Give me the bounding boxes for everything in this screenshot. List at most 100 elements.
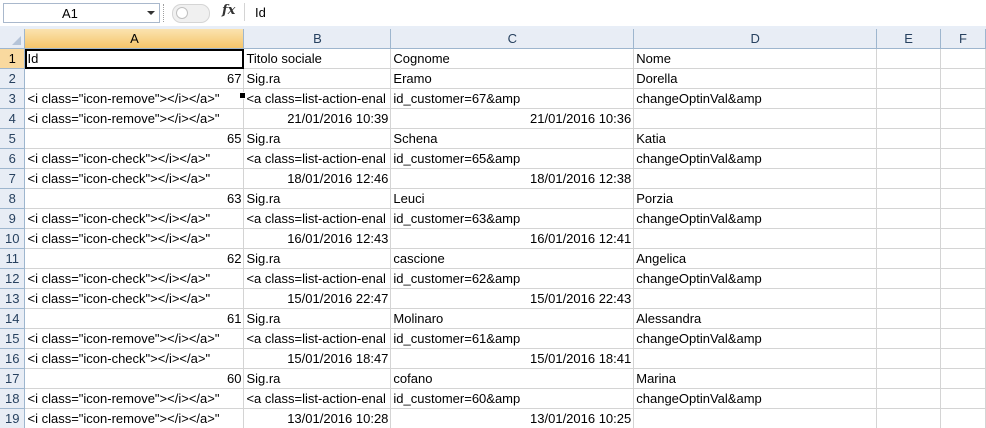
cell-d[interactable]: Marina bbox=[633, 368, 878, 389]
column-header-a[interactable]: A bbox=[24, 29, 245, 49]
cell-b[interactable]: <a class=list-action-enal bbox=[243, 388, 392, 409]
cell-d[interactable]: Porzia bbox=[633, 188, 878, 209]
cell-c[interactable]: 15/01/2016 22:43 bbox=[390, 288, 635, 309]
chevron-down-icon[interactable] bbox=[147, 11, 155, 15]
cell-b[interactable]: <a class=list-action-enal bbox=[243, 208, 392, 229]
cell-b[interactable]: <a class=list-action-enal bbox=[243, 268, 392, 289]
cell-b[interactable]: 15/01/2016 22:47 bbox=[243, 288, 392, 309]
cell-d[interactable] bbox=[633, 408, 878, 428]
cell-e[interactable] bbox=[876, 368, 941, 389]
cell-a[interactable]: <i class="icon-check"></i></a>" bbox=[24, 228, 245, 249]
cell-b[interactable]: <a class=list-action-enal bbox=[243, 88, 392, 109]
cell-e[interactable] bbox=[876, 188, 941, 209]
cell-c[interactable]: id_customer=67&amp bbox=[390, 88, 635, 109]
cell-f[interactable] bbox=[940, 128, 986, 149]
cell-a[interactable]: 61 bbox=[24, 308, 245, 329]
cell-e[interactable] bbox=[876, 248, 941, 269]
cell-e[interactable] bbox=[876, 308, 941, 329]
cell-e[interactable] bbox=[876, 68, 941, 89]
cell-d[interactable] bbox=[633, 168, 878, 189]
cell-e[interactable] bbox=[876, 388, 941, 409]
cell-d[interactable]: changeOptinVal&amp bbox=[633, 388, 878, 409]
cell-d[interactable] bbox=[633, 228, 878, 249]
cell-f[interactable] bbox=[940, 188, 986, 209]
cell-f[interactable] bbox=[940, 408, 986, 428]
cell-e[interactable] bbox=[876, 108, 941, 129]
cell-b[interactable]: <a class=list-action-enal bbox=[243, 148, 392, 169]
column-header-c[interactable]: C bbox=[390, 29, 635, 49]
cell-d[interactable] bbox=[633, 108, 878, 129]
cell-c[interactable]: id_customer=60&amp bbox=[390, 388, 635, 409]
cell-c[interactable]: Leuci bbox=[390, 188, 635, 209]
row-header[interactable]: 8 bbox=[0, 188, 26, 209]
row-header[interactable]: 12 bbox=[0, 268, 26, 289]
cell-d[interactable]: changeOptinVal&amp bbox=[633, 88, 878, 109]
name-box[interactable]: A1 bbox=[3, 3, 160, 23]
cell-a[interactable]: <i class="icon-check"></i></a>" bbox=[24, 168, 245, 189]
cell-b[interactable]: 13/01/2016 10:28 bbox=[243, 408, 392, 428]
column-header-b[interactable]: B bbox=[243, 29, 392, 49]
cell-a[interactable]: <i class="icon-remove"></i></a>" bbox=[24, 328, 245, 349]
row-header[interactable]: 15 bbox=[0, 328, 26, 349]
cell-f[interactable] bbox=[940, 288, 986, 309]
cell-a[interactable]: <i class="icon-check"></i></a>" bbox=[24, 268, 245, 289]
cell-a[interactable]: <i class="icon-check"></i></a>" bbox=[24, 348, 245, 369]
row-header[interactable]: 11 bbox=[0, 248, 26, 269]
row-header[interactable]: 18 bbox=[0, 388, 26, 409]
cell-a[interactable]: <i class="icon-remove"></i></a>" bbox=[24, 108, 245, 129]
select-all-corner[interactable] bbox=[0, 29, 26, 49]
row-header[interactable]: 13 bbox=[0, 288, 26, 309]
cell-d[interactable]: Nome bbox=[633, 48, 878, 69]
cell-c[interactable]: Molinaro bbox=[390, 308, 635, 329]
cell-f[interactable] bbox=[940, 328, 986, 349]
cell-e[interactable] bbox=[876, 48, 941, 69]
cell-e[interactable] bbox=[876, 228, 941, 249]
cell-b[interactable]: <a class=list-action-enal bbox=[243, 328, 392, 349]
cell-b[interactable]: 21/01/2016 10:39 bbox=[243, 108, 392, 129]
cell-e[interactable] bbox=[876, 268, 941, 289]
cell-e[interactable] bbox=[876, 208, 941, 229]
cell-b[interactable]: Sig.ra bbox=[243, 368, 392, 389]
cell-c[interactable]: cofano bbox=[390, 368, 635, 389]
cell-e[interactable] bbox=[876, 168, 941, 189]
row-header[interactable]: 5 bbox=[0, 128, 26, 149]
cell-a[interactable]: 62 bbox=[24, 248, 245, 269]
cell-c[interactable]: Eramo bbox=[390, 68, 635, 89]
cell-b[interactable]: Sig.ra bbox=[243, 248, 392, 269]
cell-a[interactable]: <i class="icon-check"></i></a>" bbox=[24, 208, 245, 229]
row-header[interactable]: 10 bbox=[0, 228, 26, 249]
cell-a[interactable]: Id bbox=[24, 48, 245, 69]
cell-e[interactable] bbox=[876, 408, 941, 428]
cell-f[interactable] bbox=[940, 48, 986, 69]
column-header-f[interactable]: F bbox=[940, 29, 986, 49]
cell-a[interactable]: <i class="icon-check"></i></a>" bbox=[24, 148, 245, 169]
cell-c[interactable]: 18/01/2016 12:38 bbox=[390, 168, 635, 189]
cell-d[interactable]: Angelica bbox=[633, 248, 878, 269]
spreadsheet-grid[interactable]: A B C D E F 1 Id Titolo sociale Cognome Nome… bbox=[0, 29, 986, 428]
row-header[interactable]: 2 bbox=[0, 68, 26, 89]
cell-f[interactable] bbox=[940, 168, 986, 189]
cell-a[interactable]: 65 bbox=[24, 128, 245, 149]
row-header[interactable]: 9 bbox=[0, 208, 26, 229]
fill-handle[interactable] bbox=[239, 92, 246, 99]
cell-d[interactable]: changeOptinVal&amp bbox=[633, 208, 878, 229]
cell-f[interactable] bbox=[940, 148, 986, 169]
cell-b[interactable]: 16/01/2016 12:43 bbox=[243, 228, 392, 249]
cell-b[interactable]: Sig.ra bbox=[243, 68, 392, 89]
cell-c[interactable]: 13/01/2016 10:25 bbox=[390, 408, 635, 428]
cell-b[interactable]: 18/01/2016 12:46 bbox=[243, 168, 392, 189]
row-header[interactable]: 1 bbox=[0, 48, 26, 69]
cell-c[interactable]: 15/01/2016 18:41 bbox=[390, 348, 635, 369]
cell-c[interactable]: 16/01/2016 12:41 bbox=[390, 228, 635, 249]
cell-f[interactable] bbox=[940, 268, 986, 289]
cell-c[interactable]: 21/01/2016 10:36 bbox=[390, 108, 635, 129]
row-header[interactable]: 19 bbox=[0, 408, 26, 428]
cell-a[interactable]: 60 bbox=[24, 368, 245, 389]
cell-a[interactable]: <i class="icon-remove"></i></a>" bbox=[24, 408, 245, 428]
cell-e[interactable] bbox=[876, 288, 941, 309]
cell-c[interactable]: id_customer=63&amp bbox=[390, 208, 635, 229]
cell-f[interactable] bbox=[940, 308, 986, 329]
cell-a[interactable]: 67 bbox=[24, 68, 245, 89]
cell-c[interactable]: Schena bbox=[390, 128, 635, 149]
cell-c[interactable]: id_customer=61&amp bbox=[390, 328, 635, 349]
